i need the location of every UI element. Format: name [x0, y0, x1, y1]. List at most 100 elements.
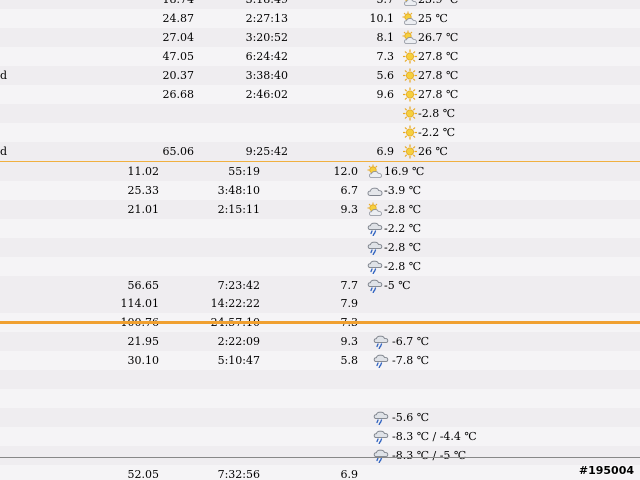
pace-cell: 7.7	[340, 279, 359, 292]
distance-cell: 25.33	[127, 184, 160, 197]
table-row[interactable]: 114.01 14:22:22 7.9	[0, 294, 640, 314]
temperature-cell: -2.8 ℃	[384, 203, 422, 216]
temperature-cell: -5.6 ℃	[392, 411, 430, 424]
pace-cell: 7.3	[376, 50, 395, 63]
table-row[interactable]: 56.65 7:23:42 7.7 -5 ℃	[0, 276, 640, 294]
temperature-cell: -2.8 ℃	[384, 260, 422, 273]
pace-cell: 6.9	[340, 468, 359, 480]
distance-cell: 20.37	[162, 69, 195, 82]
pace-cell: 8.1	[376, 31, 395, 44]
pace-cell: 9.3	[340, 335, 359, 348]
temperature-cell: 16.9 ℃	[384, 165, 425, 178]
distance-cell: 24.87	[162, 12, 195, 25]
table-row[interactable]: 30.10 5:10:47 5.8 -7.8 ℃	[0, 351, 640, 371]
rain-icon	[373, 353, 389, 369]
duration-cell: 2:27:13	[245, 12, 288, 25]
pace-cell: 9.3	[340, 203, 359, 216]
distance-cell: 47.05	[162, 50, 195, 63]
partly-cloudy-icon	[367, 164, 383, 179]
table-row[interactable]: -2.2 ℃	[0, 219, 640, 239]
table-row[interactable]: 21.01 2:15:11 9.3 -2.8 ℃	[0, 200, 640, 220]
pace-cell: 6.9	[376, 145, 395, 158]
pace-cell: 5.7	[377, 0, 395, 6]
distance-cell: 52.05	[127, 468, 160, 480]
rain-icon	[373, 410, 389, 426]
partly-cloudy-icon	[402, 30, 418, 45]
pace-cell: 5.8	[340, 354, 359, 367]
cloud-icon	[367, 183, 383, 198]
rain-icon	[367, 259, 383, 275]
table-row[interactable]	[0, 389, 640, 409]
rain-icon	[373, 448, 389, 464]
sun-icon	[402, 125, 418, 140]
activity-panel-b: 11.02 55:19 12.0 16.9 ℃ 25.33 3:48:10 6.7 -3.9 …	[0, 162, 640, 294]
pace-cell: 9.6	[376, 88, 395, 101]
table-row[interactable]: d 20.37 3:38:40 5.6 27.8 ℃	[0, 66, 640, 86]
temperature-cell: 26.7 ℃	[418, 31, 459, 44]
duration-cell: 5:10:47	[217, 354, 260, 367]
temperature-cell: -2.2 ℃	[418, 126, 456, 139]
table-row[interactable]: 26.68 2:46:02 9.6 27.8 ℃	[0, 85, 640, 105]
distance-cell: 30.10	[127, 354, 160, 367]
duration-cell: 3:20:52	[245, 31, 288, 44]
temperature-cell: -8.3 ℃ / -5 ℃	[392, 449, 467, 462]
temperature-cell: 25 ℃	[418, 12, 448, 25]
image-id-watermark: #195004	[578, 464, 634, 477]
table-row[interactable]: 11.02 55:19 12.0 16.9 ℃	[0, 162, 640, 182]
distance-cell: 56.65	[127, 279, 160, 292]
duration-cell: 2:46:02	[245, 88, 288, 101]
table-row[interactable]: -2.8 ℃	[0, 104, 640, 124]
temperature-cell: 27.8 ℃	[418, 50, 459, 63]
temperature-cell: 27.8 ℃	[418, 69, 459, 82]
table-row[interactable]: 27.04 3:20:52 8.1 26.7 ℃	[0, 28, 640, 48]
temperature-cell: -6.7 ℃	[392, 335, 430, 348]
temperature-cell: 23.9 ℃	[418, 0, 458, 6]
table-row[interactable]: 25.33 3:48:10 6.7 -3.9 ℃	[0, 181, 640, 201]
rain-icon	[367, 221, 383, 237]
table-row[interactable]: -2.8 ℃	[0, 257, 640, 277]
duration-cell: 3:18:49	[246, 0, 288, 6]
duration-cell: 3:38:40	[245, 69, 288, 82]
duration-cell: 7:32:56	[217, 468, 260, 480]
table-row[interactable]: -8.3 ℃ / -5 ℃	[0, 446, 640, 466]
sun-icon	[402, 49, 418, 64]
row-edge-label: d	[0, 145, 8, 158]
pace-cell: 5.6	[376, 69, 395, 82]
sun-icon	[402, 106, 418, 121]
table-row[interactable]: 24.87 2:27:13 10.1 25 ℃	[0, 9, 640, 29]
sun-icon	[402, 68, 418, 83]
table-row[interactable]: 47.05 6:24:42 7.3 27.8 ℃	[0, 47, 640, 67]
table-row[interactable]: d 65.06 9:25:42 6.9 26 ℃	[0, 142, 640, 162]
table-row[interactable]: -5.6 ℃	[0, 408, 640, 428]
rain-icon	[373, 334, 389, 350]
temperature-cell: -8.3 ℃ / -4.4 ℃	[392, 430, 477, 443]
distance-cell: 27.04	[162, 31, 195, 44]
table-row[interactable]: 52.05 7:32:56 6.9	[0, 465, 640, 480]
table-row[interactable]	[0, 370, 640, 390]
pace-cell: 7.9	[340, 297, 359, 310]
section-divider	[0, 321, 640, 324]
duration-cell: 2:15:11	[217, 203, 260, 216]
partly-cloudy-icon	[402, 11, 418, 26]
temperature-cell: -7.8 ℃	[392, 354, 430, 367]
table-row[interactable]: -2.2 ℃	[0, 123, 640, 143]
pace-cell: 10.1	[369, 12, 395, 25]
distance-cell: 18.74	[163, 0, 195, 6]
temperature-cell: -3.9 ℃	[384, 184, 422, 197]
partly-cloudy-icon	[367, 202, 383, 217]
table-row[interactable]: 21.95 2:22:09 9.3 -6.7 ℃	[0, 332, 640, 352]
temperature-cell: 26 ℃	[418, 145, 448, 158]
table-row[interactable]: -8.3 ℃ / -4.4 ℃	[0, 427, 640, 447]
distance-cell: 21.01	[127, 203, 160, 216]
rain-icon	[367, 278, 383, 294]
table-row[interactable]: -2.8 ℃	[0, 238, 640, 258]
duration-cell: 7:23:42	[217, 279, 260, 292]
duration-cell: 2:22:09	[217, 335, 260, 348]
distance-cell: 26.68	[162, 88, 195, 101]
temperature-cell: -2.2 ℃	[384, 222, 422, 235]
pace-cell: 6.7	[340, 184, 359, 197]
sun-icon	[402, 144, 418, 159]
section-divider	[0, 457, 640, 458]
temperature-cell: -2.8 ℃	[418, 107, 456, 120]
duration-cell: 6:24:42	[245, 50, 288, 63]
